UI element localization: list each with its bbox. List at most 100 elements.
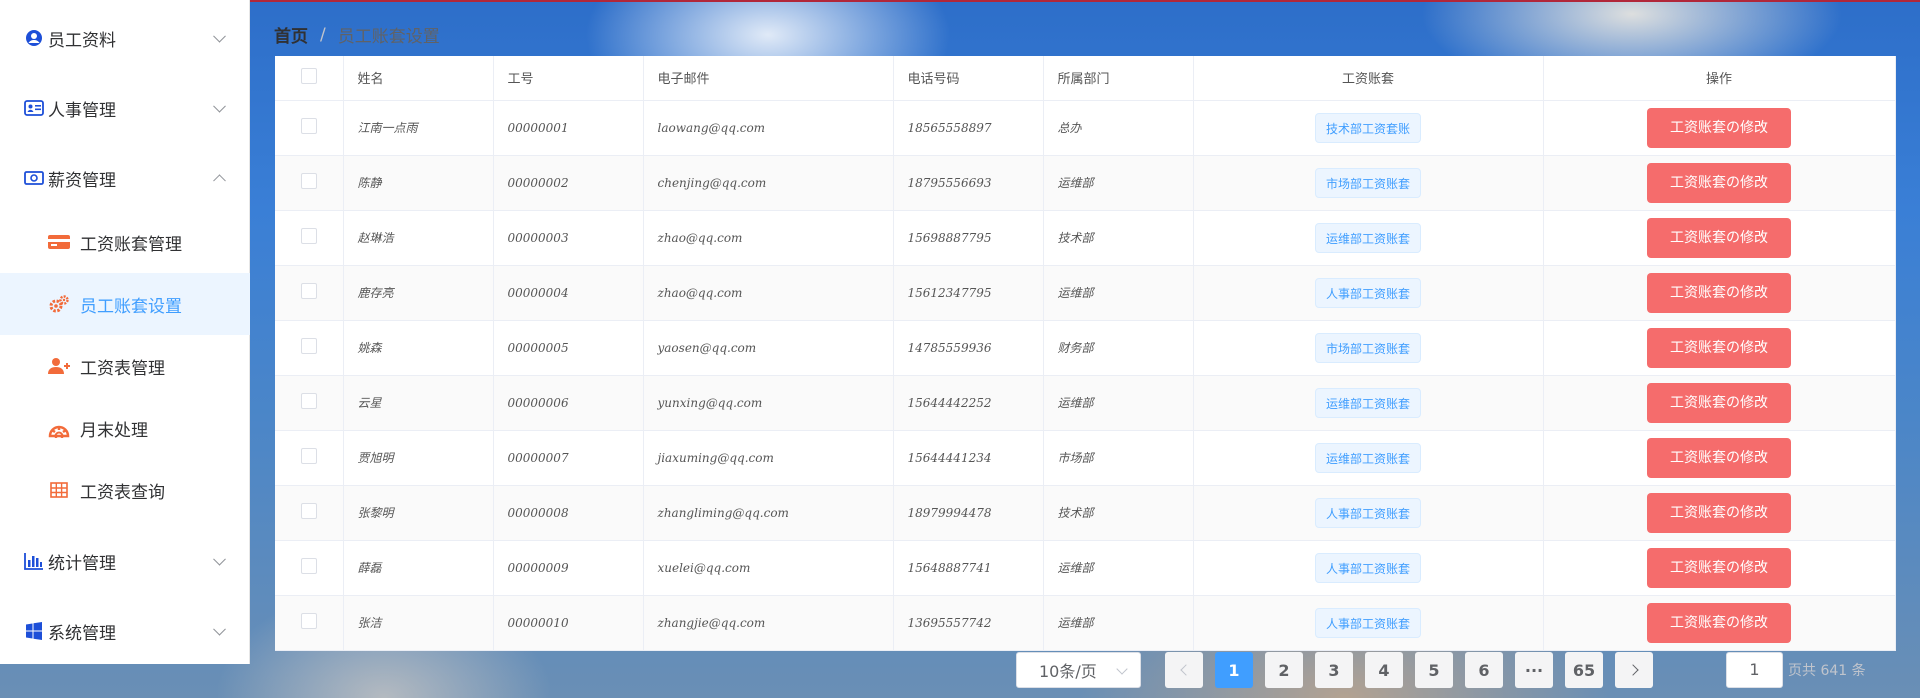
menu-hr-management[interactable]: 人事管理: [0, 80, 250, 136]
bar-chart-icon: [24, 551, 44, 571]
row-checkbox[interactable]: [300, 118, 317, 134]
sub-item-label: 月末处理: [80, 420, 148, 441]
menu-employee-profile[interactable]: 员工资料: [0, 10, 250, 66]
edit-salary-set-button[interactable]: 工资账套の修改: [1647, 217, 1791, 258]
chevron-down-icon: [213, 29, 226, 43]
row-checkbox[interactable]: [300, 448, 317, 464]
cell-name: 云星: [343, 375, 494, 431]
sidebar-item-month-end[interactable]: 月末处理: [0, 397, 250, 459]
edit-salary-set-button[interactable]: 工资账套の修改: [1647, 492, 1791, 533]
row-select-cell: [275, 595, 344, 651]
select-all-checkbox[interactable]: [300, 67, 317, 84]
chevron-up-icon: [213, 174, 226, 188]
menu-system-management[interactable]: 系统管理: [0, 603, 250, 659]
breadcrumb-home[interactable]: 首页: [274, 22, 308, 47]
sidebar-item-salary-query[interactable]: 工资表查询: [0, 459, 250, 521]
cell-work-id: 00000006: [493, 375, 644, 431]
cell-department: 技术部: [1043, 485, 1194, 541]
cell-email: zhangjie@qq.com: [643, 595, 894, 651]
header-email: 电子邮件: [643, 56, 894, 101]
page-size-select[interactable]: 10条/页: [1016, 652, 1141, 688]
edit-salary-set-button[interactable]: 工资账套の修改: [1647, 162, 1791, 203]
row-select-cell: [275, 155, 344, 211]
cell-salary-set: 运维部工资账套: [1193, 430, 1544, 486]
cell-phone: 15644442252: [893, 375, 1044, 431]
chevron-right-icon: [1626, 664, 1639, 676]
header-department: 所属部门: [1043, 56, 1194, 101]
life-ring-icon: [48, 418, 70, 438]
more-pages-button[interactable]: ···: [1515, 652, 1553, 688]
row-checkbox[interactable]: [300, 338, 317, 354]
page-button[interactable]: 4: [1365, 652, 1403, 688]
salary-set-tag: 人事部工资账套: [1314, 497, 1421, 528]
cell-phone: 18795556693: [893, 155, 1044, 211]
cell-phone: 15698887795: [893, 210, 1044, 266]
header-phone: 电话号码: [893, 56, 1044, 101]
page-button[interactable]: 2: [1265, 652, 1303, 688]
page-button[interactable]: 6: [1465, 652, 1503, 688]
row-select-cell: [275, 540, 344, 596]
table-row: 陈静 00000002 chenjing@qq.com 18795556693 运维部 市…: [275, 155, 1896, 211]
cell-salary-set: 市场部工资账套: [1193, 155, 1544, 211]
row-select-cell: [275, 210, 344, 266]
prev-page-button[interactable]: [1165, 652, 1203, 688]
row-checkbox[interactable]: [300, 558, 317, 574]
cell-work-id: 00000002: [493, 155, 644, 211]
menu-statistics-management[interactable]: 统计管理: [0, 533, 250, 589]
cell-name: 鹿存亮: [343, 265, 494, 321]
sidebar-item-employee-salary-set[interactable]: 员工账套设置: [0, 273, 250, 335]
row-checkbox[interactable]: [300, 393, 317, 409]
edit-salary-set-button[interactable]: 工资账套の修改: [1647, 107, 1791, 148]
cell-work-id: 00000005: [493, 320, 644, 376]
menu-label: 薪资管理: [48, 170, 116, 191]
cell-work-id: 00000007: [493, 430, 644, 486]
sub-item-label: 工资表查询: [80, 482, 165, 503]
table-row: 江南一点雨 00000001 laowang@qq.com 18565558897 总办…: [275, 100, 1896, 156]
row-checkbox[interactable]: [300, 283, 317, 299]
edit-salary-set-button[interactable]: 工资账套の修改: [1647, 272, 1791, 313]
sub-item-label: 工资账套管理: [80, 234, 182, 255]
cell-actions: 工资账套の修改: [1543, 265, 1896, 321]
salary-set-tag: 市场部工资账套: [1314, 332, 1421, 363]
edit-salary-set-button[interactable]: 工资账套の修改: [1647, 547, 1791, 588]
row-checkbox[interactable]: [300, 228, 317, 244]
page-button[interactable]: 1: [1215, 652, 1253, 688]
menu-salary-management[interactable]: 薪资管理: [0, 150, 250, 206]
cell-name: 江南一点雨: [343, 100, 494, 156]
page-button[interactable]: 3: [1315, 652, 1353, 688]
cell-phone: 14785559936: [893, 320, 1044, 376]
cell-actions: 工资账套の修改: [1543, 430, 1896, 486]
row-checkbox[interactable]: [300, 173, 317, 189]
cell-email: zhangliming@qq.com: [643, 485, 894, 541]
cell-salary-set: 人事部工资账套: [1193, 265, 1544, 321]
row-select-cell: [275, 320, 344, 376]
sidebar-item-salary-set-management[interactable]: 工资账套管理: [0, 211, 250, 273]
table-row: 赵琳浩 00000003 zhao@qq.com 15698887795 技术部 运维部工…: [275, 210, 1896, 266]
row-checkbox[interactable]: [300, 613, 317, 629]
table-header-row: 姓名 工号 电子邮件 电话号码 所属部门 工资账套 操作: [275, 56, 1896, 101]
edit-salary-set-button[interactable]: 工资账套の修改: [1647, 602, 1791, 643]
salary-set-tag: 技术部工资套账: [1314, 112, 1421, 143]
row-checkbox[interactable]: [300, 503, 317, 519]
next-page-button[interactable]: [1615, 652, 1653, 688]
cell-email: jiaxuming@qq.com: [643, 430, 894, 486]
cell-salary-set: 技术部工资套账: [1193, 100, 1544, 156]
menu-label: 员工资料: [48, 30, 116, 51]
cell-email: chenjing@qq.com: [643, 155, 894, 211]
page-jump-input[interactable]: 1: [1726, 652, 1783, 688]
edit-salary-set-button[interactable]: 工资账套の修改: [1647, 382, 1791, 423]
cell-email: zhao@qq.com: [643, 210, 894, 266]
edit-salary-set-button[interactable]: 工资账套の修改: [1647, 327, 1791, 368]
sub-item-label: 员工账套设置: [80, 296, 182, 317]
table-row: 张洁 00000010 zhangjie@qq.com 13695557742 运维部 人…: [275, 595, 1896, 651]
cell-name: 张洁: [343, 595, 494, 651]
header-name: 姓名: [343, 56, 494, 101]
page-button[interactable]: 5: [1415, 652, 1453, 688]
salary-set-tag: 人事部工资账套: [1314, 552, 1421, 583]
user-circle-icon: [24, 28, 44, 48]
sidebar-item-salary-table-management[interactable]: 工资表管理: [0, 335, 250, 397]
header-work-id: 工号: [493, 56, 644, 101]
page-button[interactable]: 65: [1565, 652, 1603, 688]
edit-salary-set-button[interactable]: 工资账套の修改: [1647, 437, 1791, 478]
salary-set-tag: 运维部工资账套: [1314, 387, 1421, 418]
